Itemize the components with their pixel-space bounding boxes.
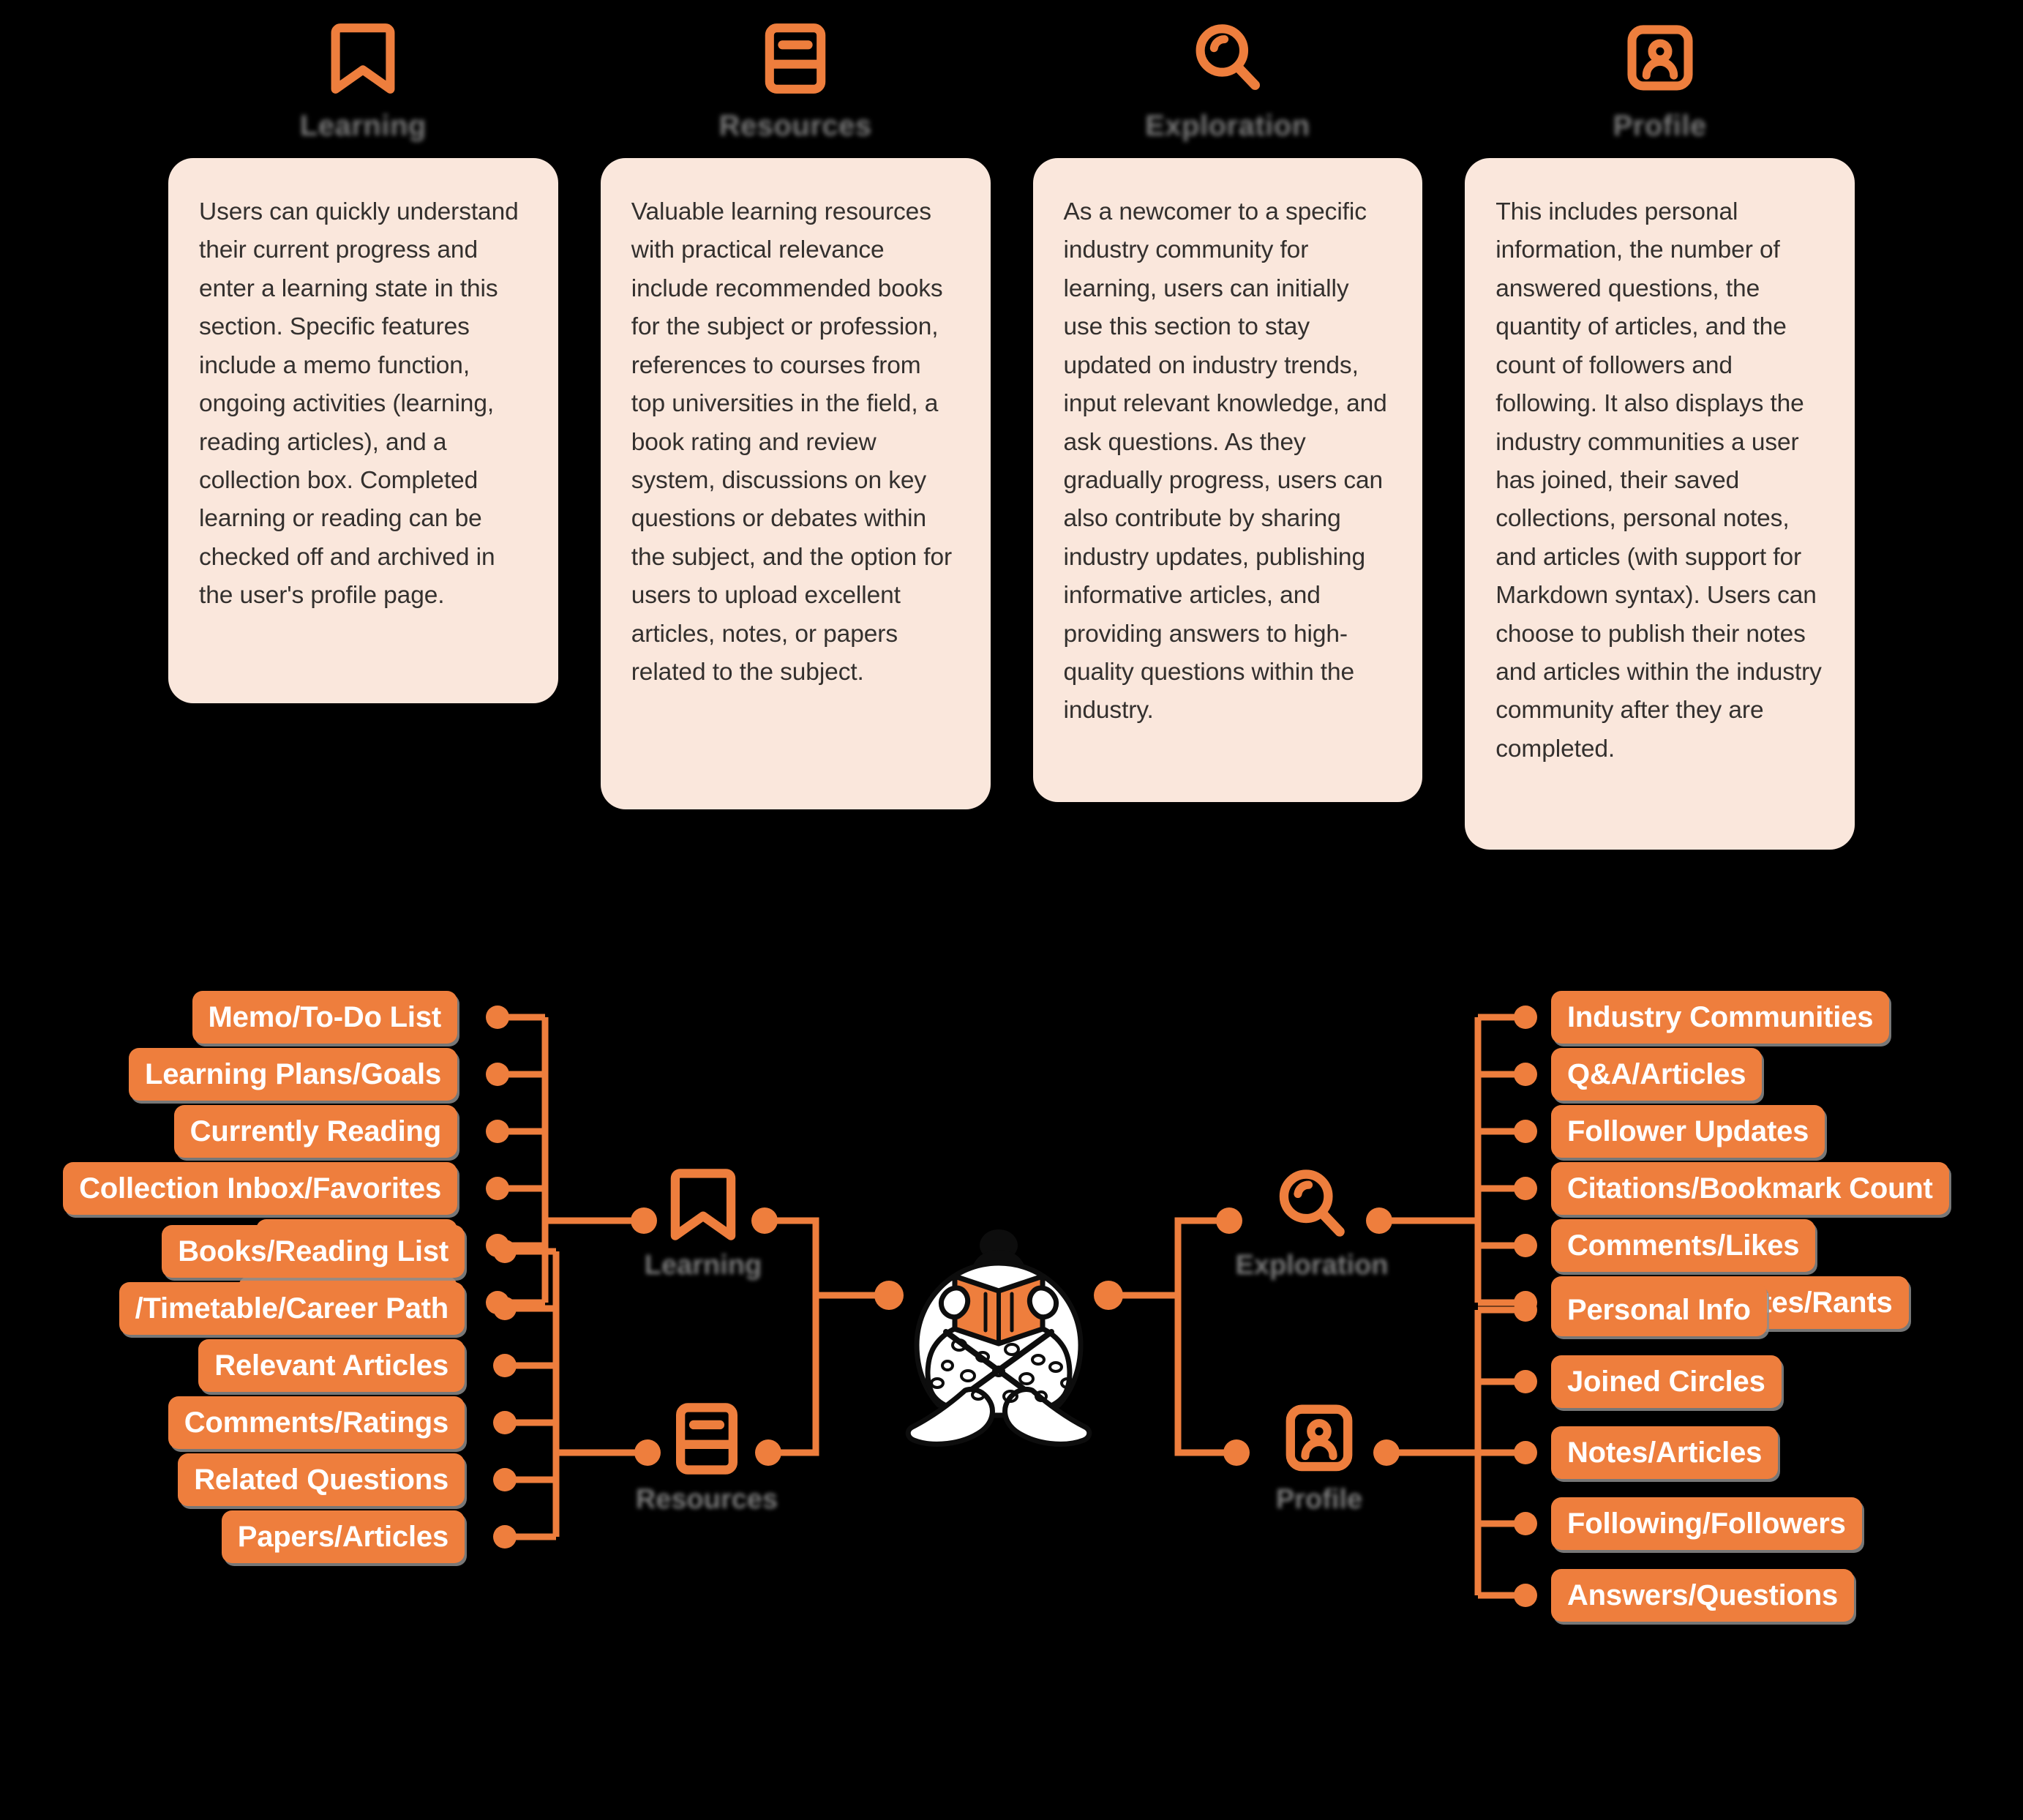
- mindmap-node-label: Learning: [644, 1250, 762, 1281]
- mindmap-node-label: Profile: [1275, 1484, 1363, 1515]
- list-item[interactable]: Learning Plans/Goals: [128, 1048, 457, 1101]
- feature-title-learning: Learning: [299, 110, 427, 142]
- person-card-icon: [1616, 15, 1704, 102]
- feature-column-resources: Resources Valuable learning resources wi…: [600, 15, 991, 915]
- list-item[interactable]: Books/Reading List: [162, 1225, 465, 1278]
- feature-cards-section: Learning Users can quickly understand th…: [0, 0, 2023, 915]
- feature-card-resources: Valuable learning resources with practic…: [600, 158, 991, 809]
- bookmark-icon: [319, 15, 407, 102]
- feature-title-profile: Profile: [1613, 110, 1707, 142]
- list-item[interactable]: Papers/Articles: [221, 1510, 465, 1563]
- magnifier-icon: [1269, 1164, 1355, 1246]
- list-item[interactable]: Following/Followers: [1551, 1497, 1862, 1550]
- feature-column-profile: Profile This includes personal informati…: [1465, 15, 1855, 915]
- list-item[interactable]: Notes/Articles: [1551, 1426, 1779, 1479]
- feature-card-exploration: As a newcomer to a specific industry com…: [1032, 158, 1423, 802]
- book-icon: [751, 15, 839, 102]
- mindmap-node-profile[interactable]: Profile: [1250, 1398, 1389, 1516]
- feature-card-learning: Users can quickly understand their curre…: [168, 158, 558, 703]
- list-item[interactable]: Collection Inbox/Favorites: [63, 1162, 457, 1215]
- list-item[interactable]: /Timetable/Career Path: [119, 1282, 465, 1335]
- list-item[interactable]: Related Questions: [178, 1453, 465, 1506]
- list-item[interactable]: Q&A/Articles: [1551, 1048, 1763, 1101]
- magnifier-icon: [1184, 15, 1272, 102]
- feature-card-profile: This includes personal information, the …: [1465, 158, 1855, 850]
- feature-title-resources: Resources: [718, 110, 872, 142]
- list-item[interactable]: Comments/Likes: [1551, 1219, 1816, 1272]
- list-item[interactable]: Joined Circles: [1551, 1355, 1782, 1408]
- list-item[interactable]: Currently Reading: [173, 1105, 457, 1158]
- mindmap-node-label: Exploration: [1235, 1250, 1389, 1281]
- list-item[interactable]: Follower Updates: [1551, 1105, 1825, 1158]
- feature-column-learning: Learning Users can quickly understand th…: [168, 15, 558, 915]
- list-item[interactable]: Industry Communities: [1551, 991, 1890, 1044]
- list-item[interactable]: Memo/To-Do List: [192, 991, 457, 1044]
- feature-column-exploration: Exploration As a newcomer to a specific …: [1032, 15, 1423, 915]
- list-item[interactable]: Answers/Questions: [1551, 1569, 1855, 1622]
- mindmap-node-exploration[interactable]: Exploration: [1235, 1164, 1389, 1282]
- book-icon: [664, 1398, 750, 1480]
- person-reading-book-illustration: [889, 1221, 1108, 1477]
- mindmap-node-resources[interactable]: Resources: [635, 1398, 778, 1516]
- mindmap-node-learning[interactable]: Learning: [634, 1164, 773, 1282]
- list-item[interactable]: Citations/Bookmark Count: [1551, 1162, 1949, 1215]
- bookmark-icon: [660, 1164, 746, 1246]
- diagram-root: Learning Users can quickly understand th…: [0, 0, 2023, 1820]
- mindmap-node-label: Resources: [635, 1484, 778, 1515]
- person-card-icon: [1276, 1398, 1362, 1480]
- list-item[interactable]: Personal Info: [1551, 1284, 1767, 1336]
- feature-title-exploration: Exploration: [1145, 110, 1310, 142]
- list-item[interactable]: Comments/Ratings: [168, 1396, 465, 1449]
- list-item[interactable]: Relevant Articles: [198, 1339, 465, 1392]
